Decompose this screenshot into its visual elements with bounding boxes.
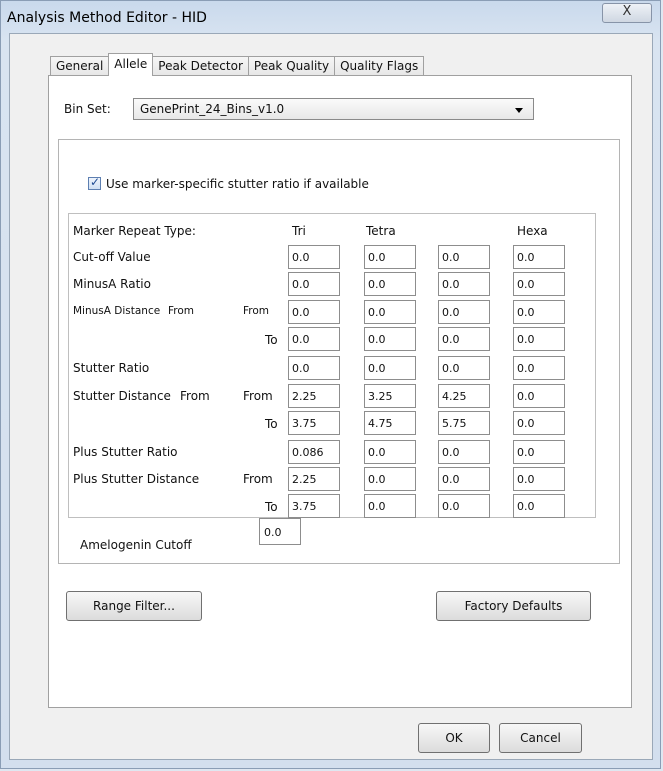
minusa-distance-from-small-label: From — [168, 305, 195, 317]
minusa-from-tetra-field[interactable]: 0.0 — [364, 300, 416, 324]
plus-stutter-distance-to-label: To — [265, 500, 278, 514]
plus-stutter-ratio-penta-field[interactable]: 0.0 — [438, 440, 490, 464]
checkmark-icon: ✓ — [90, 175, 101, 189]
minusa-ratio-label: MinusA Ratio — [73, 277, 151, 291]
stutter-ratio-hexa-field[interactable]: 0.0 — [513, 356, 565, 380]
stutter-distance-from-label: From — [243, 389, 273, 403]
minusa-from-tri-field[interactable]: 0.0 — [288, 300, 340, 324]
tab-peak-quality[interactable]: Peak Quality — [247, 56, 336, 76]
stutter-ratio-tri-field[interactable]: 0.0 — [288, 356, 340, 380]
tab-allele[interactable]: Allele — [108, 53, 154, 76]
stutter-to-tri-field[interactable]: 3.75 — [288, 411, 340, 435]
tab-general[interactable]: General — [50, 56, 110, 76]
stutter-from-hexa-field[interactable]: 0.0 — [513, 384, 565, 408]
title-bar[interactable]: Analysis Method Editor - HID X — [1, 1, 660, 35]
plus-stutter-ratio-label: Plus Stutter Ratio — [73, 445, 178, 459]
stutter-from-penta-field[interactable]: 4.25 — [438, 384, 490, 408]
marker-repeat-type-label: Marker Repeat Type: — [73, 224, 196, 238]
plus-stutter-to-tri-field[interactable]: 3.75 — [288, 494, 340, 518]
cutoff-value-label: Cut-off Value — [73, 250, 151, 264]
minusa-to-tri-field[interactable]: 0.0 — [288, 327, 340, 351]
plus-stutter-distance-label: Plus Stutter Distance — [73, 472, 200, 486]
range-filter-button[interactable]: Range Filter... — [66, 591, 202, 621]
factory-defaults-button[interactable]: Factory Defaults — [436, 591, 591, 621]
plus-stutter-from-tri-field[interactable]: 2.25 — [288, 467, 340, 491]
bin-set-label: Bin Set: — [64, 102, 111, 116]
dialog-client-area: General Allele Peak Detector Peak Qualit… — [9, 33, 653, 760]
minusa-ratio-penta-field[interactable]: 0.0 — [438, 272, 490, 296]
plus-stutter-ratio-tri-field[interactable]: 0.086 — [288, 440, 340, 464]
cutoff-tri-field[interactable]: 0.0 — [288, 245, 340, 269]
stutter-from-tetra-field[interactable]: 3.25 — [364, 384, 416, 408]
minusa-ratio-tri-field[interactable]: 0.0 — [288, 272, 340, 296]
ok-button[interactable]: OK — [418, 723, 490, 753]
stutter-from-tri-field[interactable]: 2.25 — [288, 384, 340, 408]
tab-strip: General Allele Peak Detector Peak Qualit… — [50, 53, 425, 76]
plus-stutter-to-penta-field[interactable]: 0.0 — [438, 494, 490, 518]
plus-stutter-from-hexa-field[interactable]: 0.0 — [513, 467, 565, 491]
stutter-ratio-label: Stutter Ratio — [73, 361, 150, 375]
stutter-ratio-penta-field[interactable]: 0.0 — [438, 356, 490, 380]
chevron-down-icon — [515, 108, 523, 113]
amelogenin-cutoff-label: Amelogenin Cutoff — [80, 538, 192, 552]
bin-set-dropdown[interactable]: GenePrint_24_Bins_v1.0 — [133, 98, 534, 120]
stutter-ratio-checkbox[interactable]: ✓ — [88, 175, 101, 190]
stutter-to-penta-field[interactable]: 5.75 — [438, 411, 490, 435]
stutter-to-hexa-field[interactable]: 0.0 — [513, 411, 565, 435]
close-icon: X — [622, 4, 632, 19]
minusa-to-hexa-field[interactable]: 0.0 — [513, 327, 565, 351]
stutter-distance-from-inner-label: From — [180, 389, 210, 403]
minusa-to-penta-field[interactable]: 0.0 — [438, 327, 490, 351]
plus-stutter-ratio-hexa-field[interactable]: 0.0 — [513, 440, 565, 464]
amelogenin-cutoff-field[interactable]: 0.0 — [259, 518, 301, 545]
cancel-button[interactable]: Cancel — [499, 723, 582, 753]
stutter-distance-to-label: To — [265, 417, 278, 431]
minusa-to-tetra-field[interactable]: 0.0 — [364, 327, 416, 351]
tab-peak-detector[interactable]: Peak Detector — [152, 56, 249, 76]
stutter-ratio-checkbox-label: Use marker-specific stutter ratio if ava… — [106, 177, 369, 191]
plus-stutter-to-hexa-field[interactable]: 0.0 — [513, 494, 565, 518]
window-title: Analysis Method Editor - HID — [7, 10, 207, 26]
plus-stutter-distance-from-label: From — [243, 472, 273, 486]
stutter-to-tetra-field[interactable]: 4.75 — [364, 411, 416, 435]
minusa-ratio-tetra-field[interactable]: 0.0 — [364, 272, 416, 296]
minusa-distance-label: MinusA Distance — [73, 305, 161, 317]
cutoff-hexa-field[interactable]: 0.0 — [513, 245, 565, 269]
stutter-ratio-tetra-field[interactable]: 0.0 — [364, 356, 416, 380]
minusa-distance-from-label: From — [243, 305, 270, 317]
minusa-from-penta-field[interactable]: 0.0 — [438, 300, 490, 324]
cutoff-penta-field[interactable]: 0.0 — [438, 245, 490, 269]
tab-quality-flags[interactable]: Quality Flags — [334, 56, 425, 76]
close-button[interactable]: X — [602, 3, 652, 23]
allele-tab-panel: Bin Set: GenePrint_24_Bins_v1.0 ✓ Use ma… — [48, 75, 632, 708]
minusa-ratio-hexa-field[interactable]: 0.0 — [513, 272, 565, 296]
analysis-method-editor-window: Analysis Method Editor - HID X General A… — [0, 0, 661, 769]
plus-stutter-ratio-tetra-field[interactable]: 0.0 — [364, 440, 416, 464]
column-header-hexa: Hexa — [517, 224, 548, 238]
plus-stutter-to-tetra-field[interactable]: 0.0 — [364, 494, 416, 518]
minusa-from-hexa-field[interactable]: 0.0 — [513, 300, 565, 324]
plus-stutter-from-penta-field[interactable]: 0.0 — [438, 467, 490, 491]
column-header-tri: Tri — [292, 224, 306, 238]
stutter-settings-group: ✓ Use marker-specific stutter ratio if a… — [58, 139, 620, 564]
cutoff-tetra-field[interactable]: 0.0 — [364, 245, 416, 269]
bin-set-value: GenePrint_24_Bins_v1.0 — [140, 102, 285, 116]
stutter-distance-label: Stutter Distance — [73, 389, 171, 403]
column-header-tetra: Tetra — [366, 224, 396, 238]
plus-stutter-from-tetra-field[interactable]: 0.0 — [364, 467, 416, 491]
marker-parameters-grid: Marker Repeat Type: Tri Tetra Hexa Cut-o… — [68, 213, 596, 518]
minusa-distance-to-label: To — [265, 333, 278, 347]
